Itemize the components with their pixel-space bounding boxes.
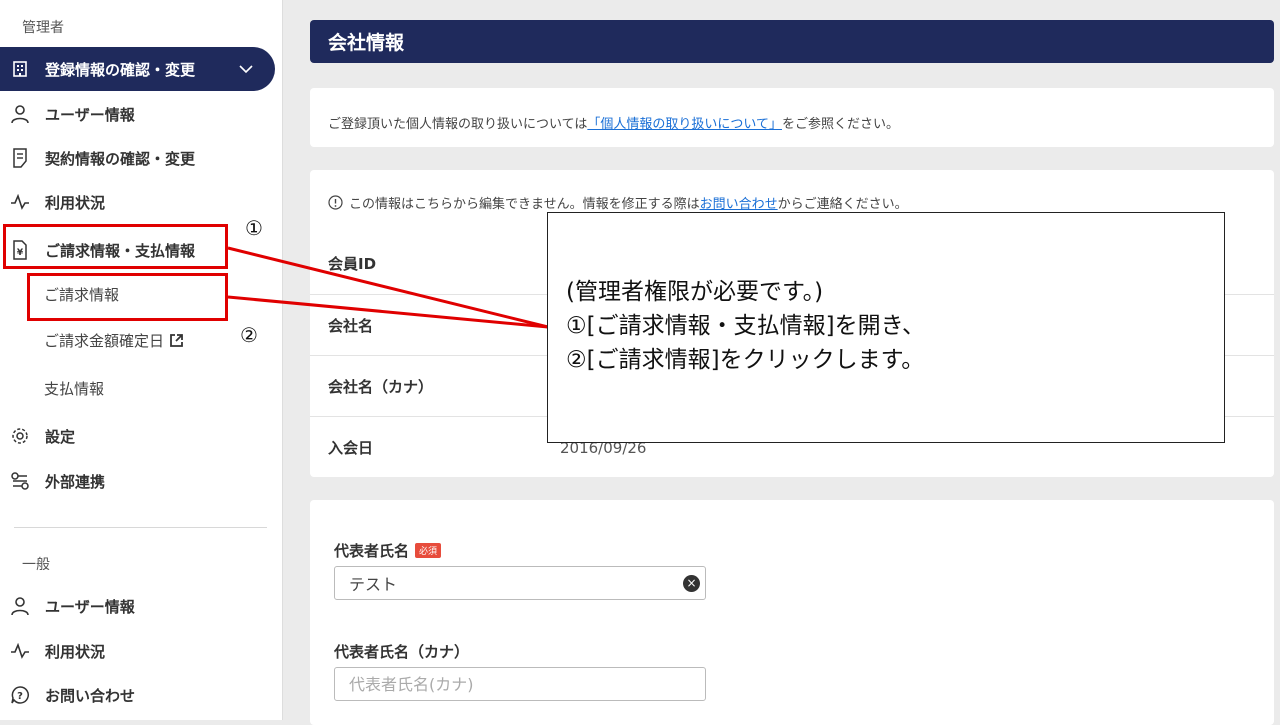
callout-line-1: (管理者権限が必要です。) (566, 279, 824, 305)
annotation-number-1: ① (245, 216, 263, 240)
annotation-box-billing-info (27, 273, 228, 321)
callout-line-2: ①[ご請求情報・支払情報]を開き、 (566, 313, 925, 339)
annotation-line-1 (227, 246, 549, 329)
annotation-line-2 (227, 295, 549, 329)
annotation-number-2: ② (240, 323, 258, 347)
instruction-callout: (管理者権限が必要です。) ①[ご請求情報・支払情報]を開き、 ②[ご請求情報]… (547, 212, 1225, 443)
annotation-box-billing (3, 224, 228, 269)
callout-line-3: ②[ご請求情報]をクリックします。 (566, 347, 925, 373)
